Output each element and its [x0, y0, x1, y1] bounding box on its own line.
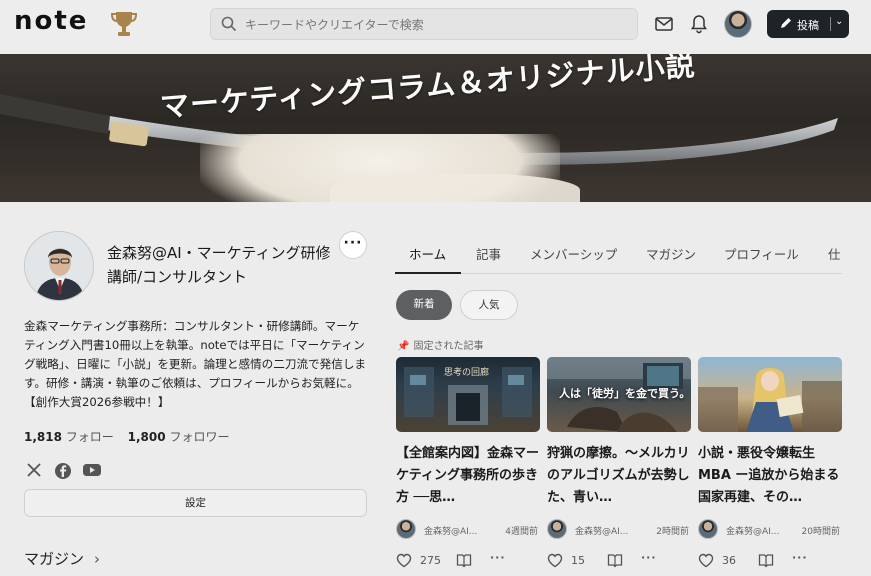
pencil-icon	[781, 18, 791, 28]
post-time: 2時間前	[656, 527, 689, 537]
active-tab-indicator	[395, 272, 461, 274]
profile-tabs: ホーム 記事 メンバーシップ マガジン プロフィール 仕	[395, 240, 842, 274]
pin-icon: 📌	[397, 341, 410, 352]
profile-name: 金森努@AI・マーケティング研修講師/コンサルタント	[107, 244, 331, 286]
follow-counts: 1,818 フォロー 1,800 フォロワー	[24, 428, 239, 445]
tab-home[interactable]: ホーム	[409, 244, 446, 263]
trophy-icon	[110, 12, 138, 36]
post-time: 20時間前	[801, 527, 840, 537]
like-count: 15	[571, 554, 585, 567]
more-icon[interactable]: ···	[490, 551, 506, 564]
post-button-label: 投稿	[797, 19, 819, 32]
thumbnail-text: 思考の回廊	[444, 368, 490, 378]
follow-label[interactable]: フォロー	[66, 430, 114, 444]
author-name[interactable]: 金森努@AI...	[726, 524, 779, 537]
divider	[830, 17, 831, 31]
profile-photo	[25, 232, 93, 300]
author-avatar[interactable]	[698, 519, 718, 539]
add-to-magazine-icon[interactable]	[758, 553, 774, 568]
article-title[interactable]: 狩猟の摩擦。～メルカリのアルゴリズムが去勢した、青い…	[547, 443, 691, 509]
thumbnail-art	[698, 368, 842, 432]
search-box[interactable]	[210, 8, 638, 40]
white-cloth-fold	[330, 174, 580, 202]
mail-icon[interactable]	[654, 14, 674, 34]
tab-more[interactable]: 仕	[828, 244, 841, 263]
heart-icon[interactable]	[396, 553, 412, 568]
tab-articles[interactable]: 記事	[476, 244, 501, 263]
search-input[interactable]	[245, 15, 625, 35]
article-title[interactable]: 小説・悪役令嬢転生MBA ー追放から始まる国家再建、その…	[698, 443, 842, 509]
article-title[interactable]: 【全館案内図】金森マーケティング事務所の歩き方 ──思…	[396, 443, 540, 509]
post-button[interactable]: 投稿 ⌄	[767, 10, 849, 38]
settings-button[interactable]: 設定	[24, 489, 367, 517]
article-thumbnail[interactable]: 人は「徒労」を金で買う。	[547, 357, 691, 432]
filter-new[interactable]: 新着	[396, 290, 452, 320]
pinned-text: 固定された記事	[413, 341, 484, 352]
heart-icon[interactable]	[547, 553, 563, 568]
like-count: 275	[420, 554, 441, 567]
ellipsis-icon: ···	[343, 235, 363, 251]
magazine-link[interactable]: マガジン ›	[24, 548, 100, 569]
tab-magazine[interactable]: マガジン	[646, 244, 696, 263]
article-thumbnail[interactable]: 思考の回廊	[396, 357, 540, 432]
author-avatar[interactable]	[396, 519, 416, 539]
author-avatar[interactable]	[547, 519, 567, 539]
article-card[interactable]: 思考の回廊 【全館案内図】金森マーケティング事務所の歩き方 ──思… 金森努@A…	[396, 357, 540, 576]
note-logo[interactable]: note	[14, 6, 88, 36]
magazine-label: マガジン	[24, 550, 85, 568]
top-header: note 投稿 ⌄	[0, 0, 871, 48]
article-meta: 金森努@AI... 4週間前	[396, 518, 540, 542]
add-to-magazine-icon[interactable]	[607, 553, 623, 568]
article-thumbnail[interactable]	[698, 357, 842, 432]
profile-avatar[interactable]	[24, 231, 94, 301]
more-icon[interactable]: ···	[792, 551, 808, 564]
author-name[interactable]: 金森努@AI...	[424, 524, 477, 537]
chevron-down-icon[interactable]: ⌄	[835, 16, 843, 27]
bell-icon[interactable]	[690, 14, 708, 34]
more-icon[interactable]: ···	[641, 551, 657, 564]
add-to-magazine-icon[interactable]	[456, 553, 472, 568]
post-time: 4週間前	[505, 527, 538, 537]
heart-icon[interactable]	[698, 553, 714, 568]
pinned-articles-label: 📌 固定された記事	[397, 337, 483, 352]
article-card[interactable]: 小説・悪役令嬢転生MBA ー追放から始まる国家再建、その… 金森努@AI... …	[698, 357, 842, 576]
article-actions: 36 ···	[698, 551, 842, 571]
chevron-right-icon: ›	[94, 550, 101, 568]
facebook-icon[interactable]	[54, 462, 72, 480]
search-icon	[221, 16, 237, 32]
profile-bio: 金森マーケティング事務所：コンサルタント・研修講師。マーケティング入門書10冊以…	[24, 319, 367, 409]
follower-label[interactable]: フォロワー	[169, 430, 229, 444]
like-count: 36	[722, 554, 736, 567]
profile-banner: マーケティングコラム＆オリジナル小説	[0, 54, 871, 202]
article-actions: 15 ···	[547, 551, 691, 571]
article-meta: 金森努@AI... 2時間前	[547, 518, 691, 542]
follow-count[interactable]: 1,818	[24, 430, 62, 444]
article-card[interactable]: 人は「徒労」を金で買う。 狩猟の摩擦。～メルカリのアルゴリズムが去勢した、青い……	[547, 357, 691, 576]
article-meta: 金森努@AI... 20時間前	[698, 518, 842, 542]
more-options-button[interactable]: ···	[339, 231, 367, 259]
tab-profile[interactable]: プロフィール	[724, 244, 799, 263]
thumbnail-text: 人は「徒労」を金で買う。	[559, 387, 691, 400]
follower-count[interactable]: 1,800	[128, 430, 166, 444]
x-icon[interactable]	[26, 462, 42, 478]
author-name[interactable]: 金森努@AI...	[575, 524, 628, 537]
user-avatar[interactable]	[724, 10, 752, 38]
filter-popular[interactable]: 人気	[460, 290, 518, 320]
tab-membership[interactable]: メンバーシップ	[530, 244, 617, 263]
article-actions: 275 ···	[396, 551, 540, 571]
youtube-icon[interactable]	[82, 462, 102, 478]
